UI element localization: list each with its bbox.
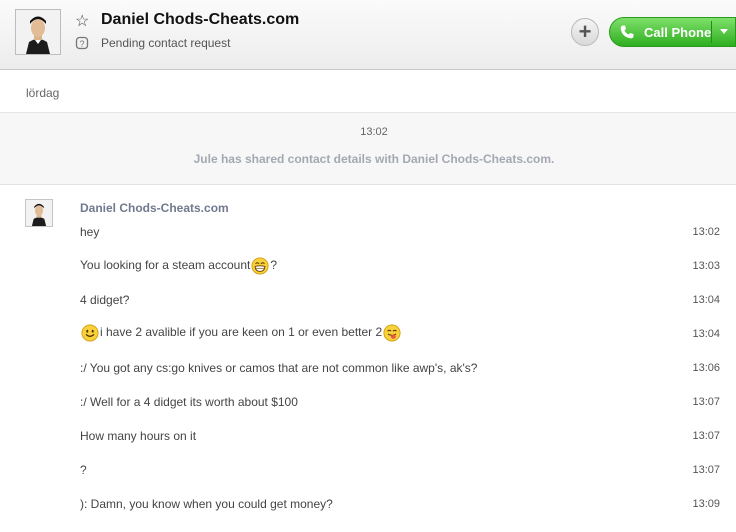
message-time: 13:07	[692, 396, 720, 408]
day-separator: lördag	[0, 70, 736, 113]
message-text-part: How many hours on it	[80, 429, 197, 443]
phone-icon	[620, 25, 634, 39]
tongue-emoji-icon	[383, 324, 401, 342]
sender-avatar[interactable]	[25, 199, 53, 227]
message-time: 13:04	[692, 328, 720, 340]
message-text-part: hey	[80, 225, 100, 239]
message-text: You looking for a steam account ?	[80, 257, 660, 275]
smile-emoji-icon	[81, 324, 99, 342]
day-label: lördag	[26, 86, 60, 100]
call-phone-label: Call Phone	[644, 25, 712, 40]
add-participant-button[interactable]: +	[571, 18, 599, 46]
star-icon[interactable]: ☆	[75, 11, 89, 31]
message-text: hey	[80, 225, 660, 239]
sender-name: Daniel Chods-Cheats.com	[80, 201, 229, 215]
system-notice: 13:02 Jule has shared contact details wi…	[0, 113, 736, 185]
contact-name: Daniel Chods-Cheats.com	[101, 11, 300, 28]
message-text: i have 2 avalible if you are keen on 1 o…	[80, 324, 660, 342]
message-text-part: ?	[80, 463, 87, 477]
pending-request-icon: ?	[75, 36, 89, 50]
message-time: 13:06	[692, 362, 720, 374]
message-time: 13:07	[692, 430, 720, 442]
system-message: Jule has shared contact details with Dan…	[193, 152, 555, 166]
message-text: 4 didget?	[80, 293, 660, 307]
message-text: ?	[80, 463, 660, 477]
message-text-part: ?	[270, 258, 278, 273]
message-time: 13:07	[692, 464, 720, 476]
message-text-part: i have 2 avalible if you are keen on 1 o…	[100, 325, 383, 340]
message-text: :/ Well for a 4 didget its worth about $…	[80, 395, 660, 409]
conversation-header: ☆ Daniel Chods-Cheats.com ? Pending cont…	[0, 0, 736, 70]
message-time: 13:09	[692, 498, 720, 510]
message-text-part: ): Damn, you know when you could get mon…	[80, 497, 333, 511]
message-text-part: :/ You got any cs:go knives or camos tha…	[80, 361, 478, 375]
message-text-part: You looking for a steam account	[80, 258, 251, 273]
message-time: 13:02	[692, 226, 720, 238]
system-time: 13:02	[360, 126, 388, 138]
svg-text:?: ?	[79, 39, 84, 49]
message-text-part: :/ Well for a 4 didget its worth about $…	[80, 395, 298, 409]
message-text-part: 4 didget?	[80, 293, 130, 307]
call-phone-button[interactable]: Call Phone	[609, 17, 736, 47]
message-time: 13:03	[692, 260, 720, 272]
contact-avatar[interactable]	[15, 9, 61, 55]
contact-status: Pending contact request	[101, 36, 231, 50]
message-text: ): Damn, you know when you could get mon…	[80, 497, 660, 511]
message-text: :/ You got any cs:go knives or camos tha…	[80, 361, 660, 375]
message-text: How many hours on it	[80, 429, 660, 443]
call-button-divider	[711, 21, 712, 43]
chevron-down-icon[interactable]	[720, 29, 728, 34]
message-time: 13:04	[692, 294, 720, 306]
grin-emoji-icon	[251, 257, 269, 275]
